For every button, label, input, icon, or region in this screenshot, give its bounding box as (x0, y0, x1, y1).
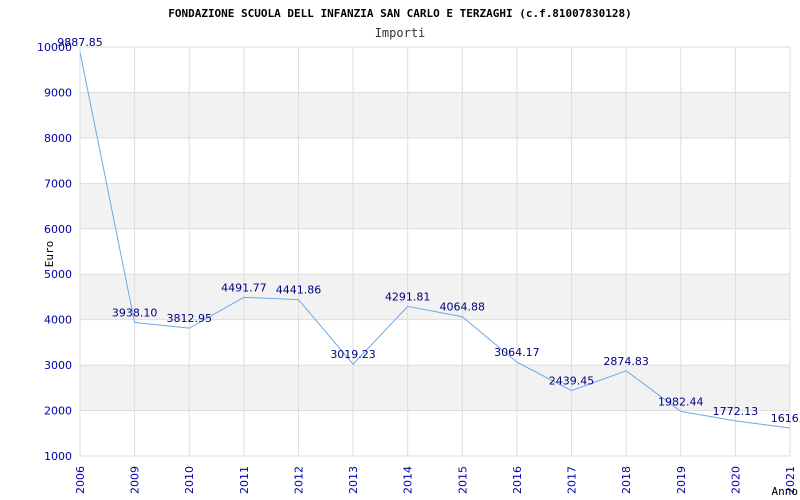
y-tick-label: 2000 (44, 405, 72, 418)
data-label: 1772.13 (713, 405, 759, 418)
data-label: 4064.88 (440, 301, 486, 314)
x-tick-label: 2016 (511, 466, 524, 494)
y-tick-label: 4000 (44, 314, 72, 327)
chart-title: FONDAZIONE SCUOLA DELL INFANZIA SAN CARL… (168, 7, 632, 20)
x-tick-label: 2009 (129, 466, 142, 494)
data-label: 4441.86 (276, 284, 322, 297)
x-tick-label: 2018 (620, 466, 633, 494)
plot-band (80, 228, 790, 275)
data-label: 3019.23 (330, 348, 376, 361)
data-label: 3938.10 (112, 306, 158, 319)
data-label: 2874.83 (603, 355, 649, 368)
y-tick-label: 1000 (44, 450, 72, 463)
x-tick-label: 2013 (347, 466, 360, 494)
x-tick-label: 2014 (402, 466, 415, 494)
x-tick-label: 2020 (729, 466, 742, 494)
data-label: 1616.9 (771, 412, 800, 425)
plot-band (80, 183, 790, 229)
data-label: 4491.77 (221, 281, 267, 294)
y-tick-label: 6000 (44, 223, 72, 236)
data-label: 9887.85 (57, 36, 103, 49)
x-tick-label: 2012 (292, 466, 305, 494)
x-tick-label: 2011 (238, 466, 251, 494)
x-tick-label: 2006 (74, 466, 87, 494)
y-tick-label: 8000 (44, 132, 72, 145)
plot-band (80, 410, 790, 456)
x-tick-label: 2017 (566, 466, 579, 494)
y-tick-label: 3000 (44, 359, 72, 372)
data-label: 1982.44 (658, 395, 704, 408)
y-axis-label: Euro (43, 241, 56, 268)
x-tick-label: 2015 (456, 466, 469, 494)
line-chart: FONDAZIONE SCUOLA DELL INFANZIA SAN CARL… (37, 7, 800, 498)
data-label: 3064.17 (494, 346, 540, 359)
plot-band (80, 137, 790, 184)
chart-subtitle: Importi (375, 26, 426, 40)
x-axis-ticks: 2006 2009 2010 2011 2012 2013 2014 2015 2016 2017… (74, 466, 797, 494)
data-label: 3812.95 (166, 312, 212, 325)
x-tick-label: 2010 (183, 466, 196, 494)
x-tick-label: 2019 (675, 466, 688, 494)
plot-band (80, 92, 790, 138)
data-label: 2439.45 (549, 375, 595, 388)
x-tick-label: 2021 (784, 466, 797, 494)
y-tick-label: 9000 (44, 86, 72, 99)
plot-band (80, 319, 790, 366)
y-tick-label: 5000 (44, 268, 72, 281)
plot-band (80, 47, 790, 93)
y-tick-label: 7000 (44, 177, 72, 190)
data-label: 4291.81 (385, 290, 431, 303)
